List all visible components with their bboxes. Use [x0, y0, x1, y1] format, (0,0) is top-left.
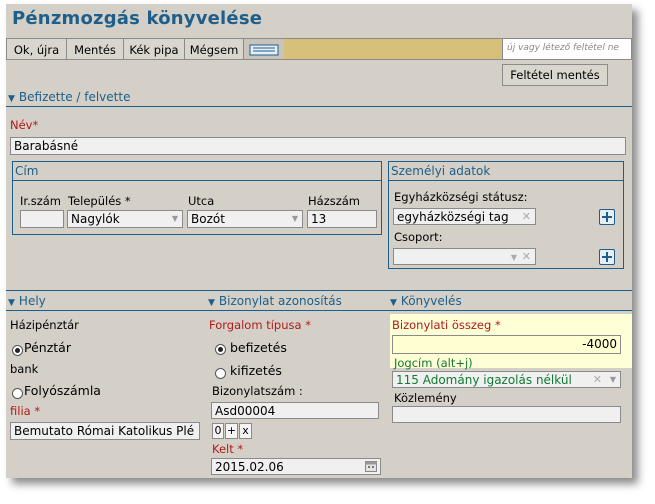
city-select[interactable]: Nagylók ▼	[67, 210, 183, 228]
amount-field[interactable]: -4000	[392, 335, 621, 354]
cancel-button[interactable]: Mégsem	[184, 38, 244, 60]
street-value: Bozót	[191, 212, 225, 226]
filter-input[interactable]: új vagy létező feltétel ne	[502, 38, 632, 60]
plus-icon	[602, 212, 612, 222]
personal-group-title: Személyi adatok	[391, 164, 491, 178]
status-label: Egyházközségi státusz:	[394, 190, 528, 204]
zip-field[interactable]	[20, 210, 64, 228]
legal-title-value: 115 Adomány igazolás nélkül	[396, 373, 572, 387]
cash-label: Házipénztár	[10, 318, 79, 332]
chevron-down-icon[interactable]: ▼	[608, 375, 618, 385]
add-status-button[interactable]	[599, 209, 615, 225]
chevron-down-icon[interactable]: ▼	[290, 214, 300, 224]
zip-label: Ir.szám	[20, 194, 61, 208]
filter-strip	[284, 38, 502, 60]
keyboard-button[interactable]	[243, 38, 285, 60]
comment-label: Közlemény	[394, 391, 457, 405]
city-value: Nagylók	[71, 212, 120, 226]
plus-icon	[602, 252, 612, 262]
payer-section-heading[interactable]: ▼ Befizette / felvette	[8, 90, 130, 104]
comment-field[interactable]	[392, 406, 621, 423]
legal-title-select[interactable]: 115 Adomány igazolás nélkül ✕ ▼	[392, 371, 621, 388]
bank-label: bank	[10, 362, 39, 376]
collapse-triangle-icon: ▼	[208, 298, 215, 308]
stepper-plus-button[interactable]: +	[225, 423, 238, 439]
page-title: Pénzmozgás könyvelése	[12, 8, 263, 29]
add-group-button[interactable]	[599, 249, 615, 265]
sections-top-divider	[6, 290, 632, 291]
status-field[interactable]: egyházközségi tag ✕	[393, 208, 536, 225]
payout-radio[interactable]	[215, 368, 226, 379]
house-field[interactable]: 13	[307, 210, 377, 228]
blue-tick-button[interactable]: Kék pipa	[123, 38, 185, 60]
toolbar: Ok, újra Mentés Kék pipa Mégsem új vagy …	[6, 38, 632, 86]
cash-radio[interactable]	[12, 345, 23, 356]
collapse-triangle-icon: ▼	[8, 298, 15, 308]
document-section-heading[interactable]: ▼ Bizonylat azonosítás	[208, 294, 342, 308]
deposit-option-label[interactable]: befizetés	[230, 340, 287, 355]
save-button[interactable]: Mentés	[66, 38, 124, 60]
cash-option-label[interactable]: Pénztár	[24, 340, 71, 355]
date-label: Kelt *	[212, 442, 244, 456]
bank-radio[interactable]	[12, 388, 23, 399]
document-number-field[interactable]: Asd00004	[211, 402, 379, 419]
address-group-line	[13, 180, 381, 181]
collapse-triangle-icon: ▼	[390, 298, 397, 308]
payout-option-label[interactable]: kifizetés	[230, 363, 282, 378]
calendar-icon[interactable]	[365, 461, 377, 472]
date-field[interactable]: 2015.02.06	[211, 458, 381, 475]
sections-divider	[6, 310, 632, 311]
personal-group-line	[389, 180, 623, 181]
document-number-label: Bizonylatszám :	[212, 384, 303, 398]
date-value: 2015.02.06	[215, 460, 284, 474]
stepper-zero[interactable]: 0	[212, 423, 224, 439]
ok-new-button[interactable]: Ok, újra	[6, 38, 67, 60]
name-field[interactable]: Barabásné	[10, 137, 626, 155]
payer-divider	[6, 106, 632, 107]
name-label: Név*	[10, 118, 39, 132]
keyboard-icon	[249, 44, 279, 56]
amount-label: Bizonylati összeg *	[392, 318, 501, 332]
street-select[interactable]: Bozót ▼	[187, 210, 303, 228]
main-panel: Pénzmozgás könyvelése Ok, újra Mentés Ké…	[6, 4, 632, 478]
branch-label: filia *	[10, 404, 41, 418]
clear-icon[interactable]: ✕	[522, 209, 531, 224]
group-select[interactable]: ▼ ✕	[393, 248, 536, 265]
place-section-heading[interactable]: ▼ Hely	[8, 294, 46, 308]
house-label: Házszám	[308, 194, 361, 208]
chevron-down-icon[interactable]: ▼	[170, 214, 180, 224]
traffic-type-label: Forgalom típusa *	[209, 318, 311, 332]
city-label: Település *	[68, 194, 131, 208]
clear-icon[interactable]: ✕	[593, 372, 602, 387]
clear-icon[interactable]: ✕	[522, 249, 531, 264]
legal-title-label: Jogcím (alt+j)	[394, 356, 473, 370]
stepper-x-button[interactable]: x	[239, 423, 252, 439]
save-filter-button[interactable]: Feltétel mentés	[502, 64, 608, 86]
group-label: Csoport:	[394, 230, 443, 244]
address-group-title: Cím	[15, 164, 39, 178]
bank-option-label[interactable]: Folyószámla	[24, 383, 101, 398]
deposit-radio[interactable]	[215, 344, 226, 355]
booking-section-heading[interactable]: ▼ Könyvelés	[390, 294, 462, 308]
street-label: Utca	[188, 194, 215, 208]
collapse-triangle-icon: ▼	[8, 94, 15, 104]
branch-field[interactable]: Bemutato Római Katolikus Plé	[10, 422, 200, 440]
status-value: egyházközségi tag	[397, 210, 509, 224]
chevron-down-icon[interactable]: ▼	[511, 250, 517, 264]
